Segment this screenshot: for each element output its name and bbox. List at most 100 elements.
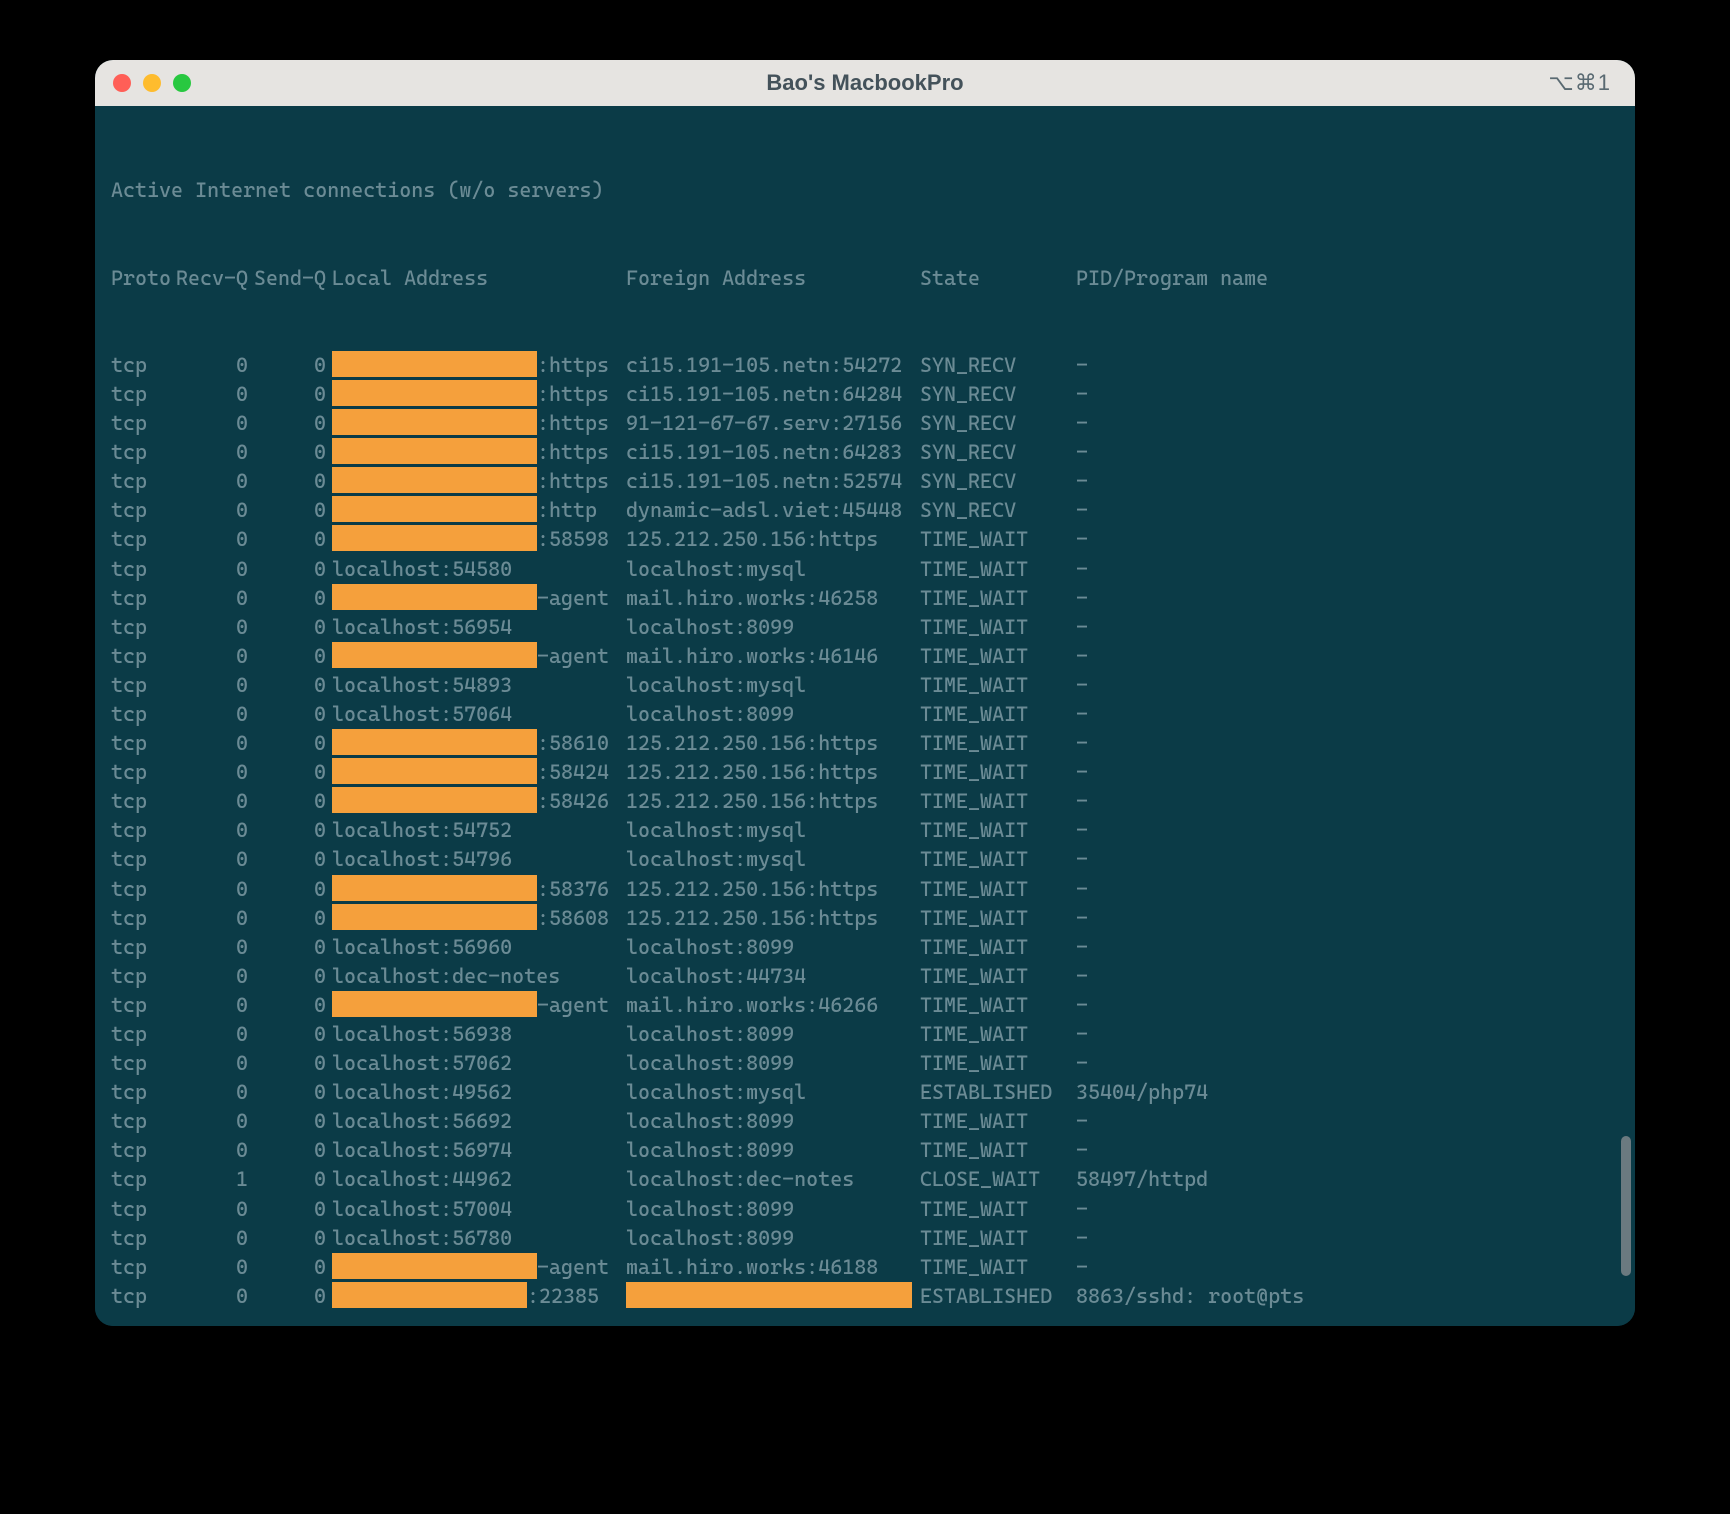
cell-proto: tcp (111, 787, 176, 816)
local-suffix: -agent (537, 644, 609, 668)
cell-local-address: :http (332, 496, 626, 525)
cell-local-address: localhost:56938 (332, 1020, 626, 1049)
cell-sendq: 0 (254, 584, 332, 613)
table-row: tcp00:58376125.212.250.156:httpsTIME_WAI… (111, 875, 1623, 904)
cell-state: TIME_WAIT (920, 758, 1076, 787)
cell-foreign-address: localhost:8099 (626, 1224, 920, 1253)
cell-proto: tcp (111, 933, 176, 962)
table-row: tcp00localhost:54752localhost:mysqlTIME_… (111, 816, 1623, 845)
cell-state: TIME_WAIT (920, 875, 1076, 904)
cell-proto: tcp (111, 351, 176, 380)
cell-pid: - (1076, 409, 1362, 438)
scrollbar-thumb[interactable] (1621, 1136, 1631, 1276)
cell-foreign-address: 125.212.250.156:https (626, 787, 920, 816)
cell-pid: - (1076, 875, 1362, 904)
terminal-window: Bao's MacbookPro ⌥⌘1 Active Internet con… (95, 60, 1635, 1326)
cell-sendq: 0 (254, 729, 332, 758)
cell-pid: - (1076, 467, 1362, 496)
cell-recvq: 0 (176, 409, 254, 438)
redacted-block (332, 729, 537, 755)
cell-proto: tcp (111, 1107, 176, 1136)
cell-proto: tcp (111, 671, 176, 700)
cell-recvq: 0 (176, 380, 254, 409)
redacted-block (332, 584, 537, 610)
cell-sendq: 0 (254, 1195, 332, 1224)
cell-proto: tcp (111, 729, 176, 758)
cell-recvq: 0 (176, 991, 254, 1020)
cell-proto: tcp (111, 875, 176, 904)
cell-sendq: 0 (254, 671, 332, 700)
cell-sendq: 0 (254, 1078, 332, 1107)
table-row: tcp00localhost:57064localhost:8099TIME_W… (111, 700, 1623, 729)
cell-state: TIME_WAIT (920, 584, 1076, 613)
table-row: tcp00localhost:56974localhost:8099TIME_W… (111, 1136, 1623, 1165)
cell-sendq: 0 (254, 875, 332, 904)
table-row: tcp00localhost:56780localhost:8099TIME_W… (111, 1224, 1623, 1253)
cell-foreign-address: mail.hiro.works:46258 (626, 584, 920, 613)
cell-proto: tcp (111, 1282, 176, 1311)
cell-proto: tcp (111, 496, 176, 525)
cell-state: TIME_WAIT (920, 787, 1076, 816)
redacted-block (332, 875, 537, 901)
cell-proto: tcp (111, 700, 176, 729)
cell-sendq: 0 (254, 845, 332, 874)
redacted-block (332, 438, 537, 464)
cell-proto: tcp (111, 438, 176, 467)
cell-sendq: 0 (254, 467, 332, 496)
cell-pid: - (1076, 555, 1362, 584)
cell-proto: tcp (111, 845, 176, 874)
cell-foreign-address: ci15.191-105.netn:64284 (626, 380, 920, 409)
cell-proto: tcp (111, 1195, 176, 1224)
cell-sendq: 0 (254, 1136, 332, 1165)
cell-sendq: 0 (254, 351, 332, 380)
cell-foreign-address: localhost:8099 (626, 933, 920, 962)
cell-sendq: 0 (254, 962, 332, 991)
cell-pid: - (1076, 671, 1362, 700)
cell-foreign-address: localhost:8099 (626, 1049, 920, 1078)
redacted-block (332, 351, 537, 377)
table-row: tcp00localhost:54893localhost:mysqlTIME_… (111, 671, 1623, 700)
cell-pid: 8863/sshd: root@pts (1076, 1282, 1362, 1311)
cell-recvq: 0 (176, 438, 254, 467)
cell-pid: - (1076, 525, 1362, 554)
redacted-block (332, 380, 537, 406)
cell-foreign-address: localhost:mysql (626, 1078, 920, 1107)
cell-sendq: 0 (254, 700, 332, 729)
cell-state: TIME_WAIT (920, 1224, 1076, 1253)
cell-local-address: :58424 (332, 758, 626, 787)
close-icon[interactable] (113, 74, 131, 92)
cell-recvq: 0 (176, 904, 254, 933)
cell-local-address: :https (332, 409, 626, 438)
cell-local-address: localhost:56780 (332, 1224, 626, 1253)
cell-recvq: 0 (176, 555, 254, 584)
cell-sendq: 0 (254, 787, 332, 816)
local-suffix: -agent (537, 586, 609, 610)
cell-sendq: 0 (254, 1107, 332, 1136)
local-suffix: :58598 (537, 527, 609, 551)
cell-state: TIME_WAIT (920, 816, 1076, 845)
table-row: tcp00:https91-121-67-67.serv:27156SYN_RE… (111, 409, 1623, 438)
cell-proto: tcp (111, 1136, 176, 1165)
cell-proto: tcp (111, 904, 176, 933)
zoom-icon[interactable] (173, 74, 191, 92)
cell-sendq: 0 (254, 409, 332, 438)
cell-state: TIME_WAIT (920, 700, 1076, 729)
table-row: tcp00localhost:57004localhost:8099TIME_W… (111, 1195, 1623, 1224)
cell-foreign-address: ci15.191-105.netn:52574 (626, 467, 920, 496)
cell-state: SYN_RECV (920, 496, 1076, 525)
table-row: tcp00localhost:54796localhost:mysqlTIME_… (111, 845, 1623, 874)
table-row: tcp00:httpsci15.191-105.netn:54272SYN_RE… (111, 351, 1623, 380)
table-row: tcp00-agentmail.hiro.works:46188TIME_WAI… (111, 1253, 1623, 1282)
table-row: tcp00localhost:57062localhost:8099TIME_W… (111, 1049, 1623, 1078)
cell-recvq: 0 (176, 933, 254, 962)
cell-recvq: 0 (176, 816, 254, 845)
cell-pid: - (1076, 991, 1362, 1020)
cell-local-address: localhost:54752 (332, 816, 626, 845)
redacted-block (332, 642, 537, 668)
minimize-icon[interactable] (143, 74, 161, 92)
redacted-block (332, 904, 537, 930)
terminal-body[interactable]: Active Internet connections (w/o servers… (95, 106, 1635, 1326)
table-row: tcp00:httpdynamic-adsl.viet:45448SYN_REC… (111, 496, 1623, 525)
cell-recvq: 0 (176, 351, 254, 380)
cell-local-address: :58608 (332, 904, 626, 933)
